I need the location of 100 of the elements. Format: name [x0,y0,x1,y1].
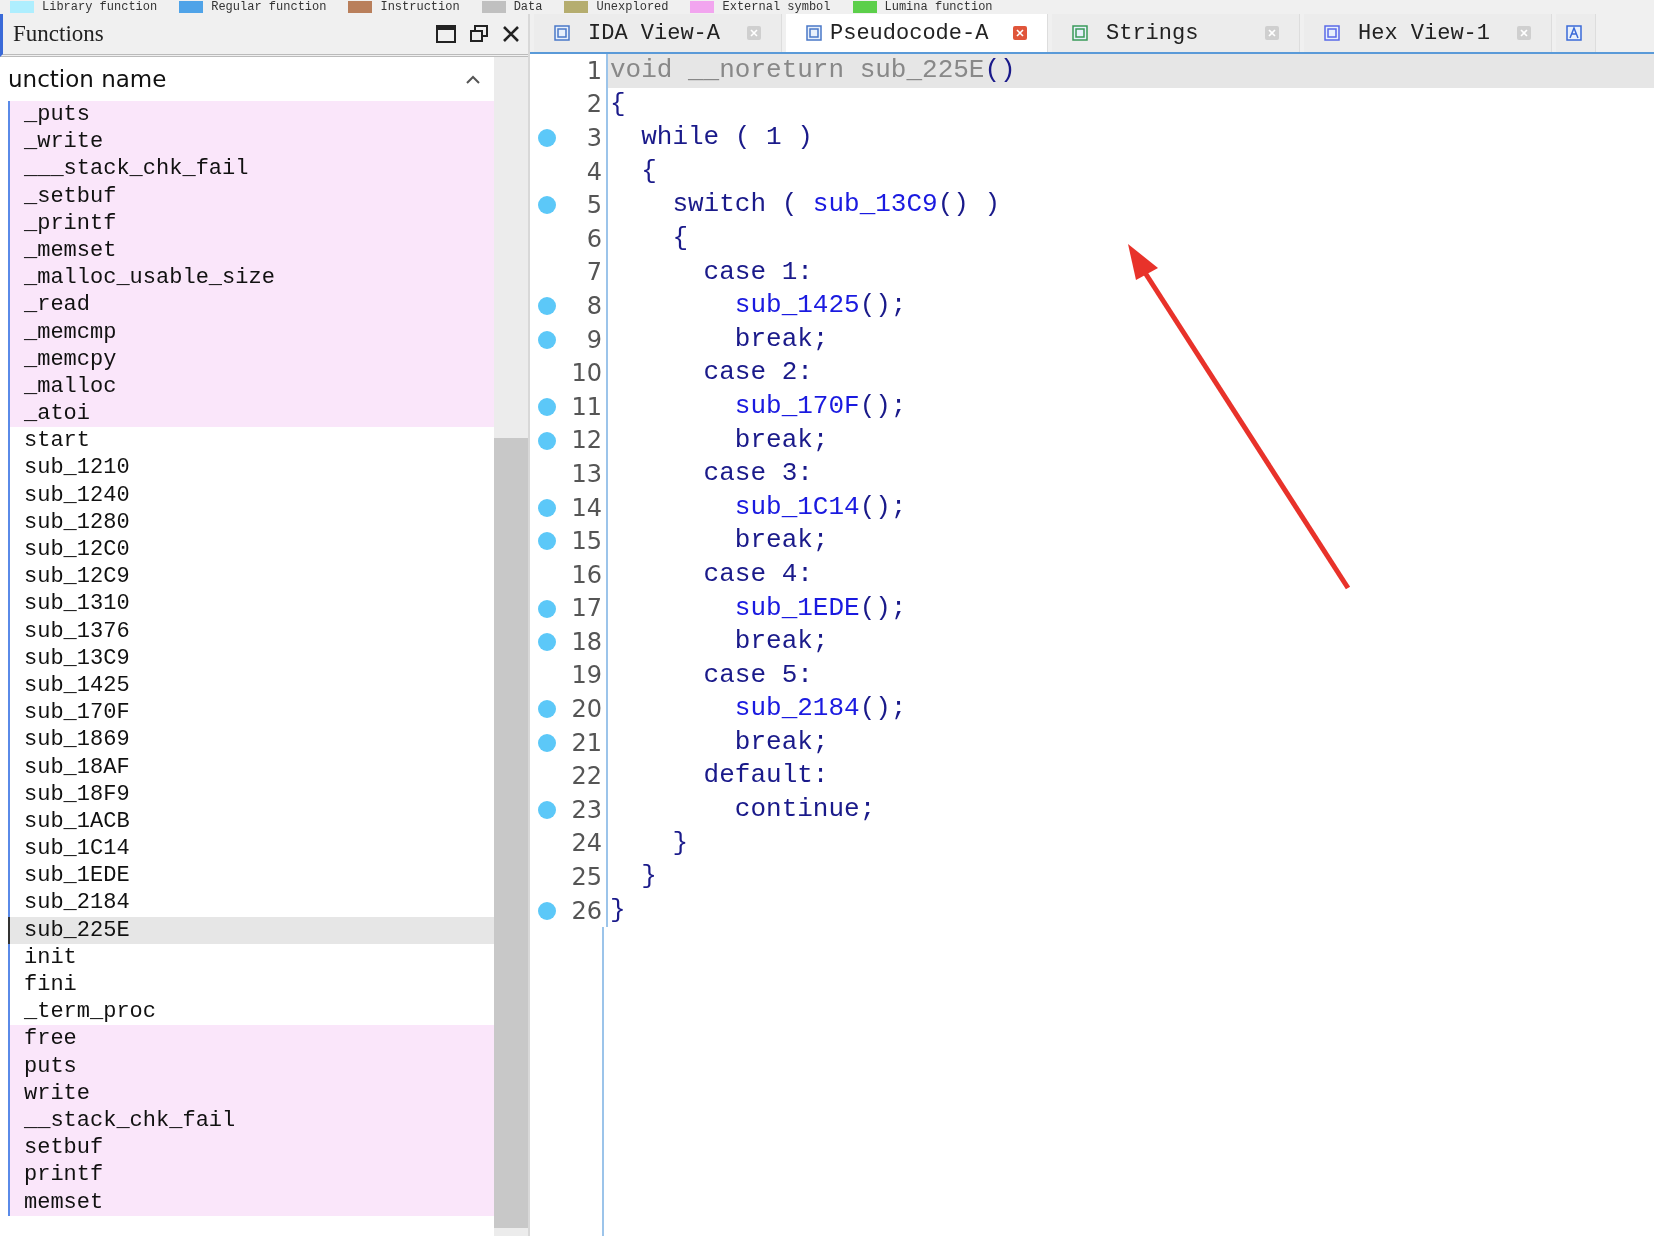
legend-label: Instruction [380,1,460,13]
function-item[interactable]: _memcpy [8,345,494,373]
tab[interactable]: IDA View-A [534,14,782,52]
line-number: 13 [571,459,602,488]
function-item[interactable]: _puts [8,101,494,129]
line-number: 16 [571,560,602,589]
code-line: sub_2184(); [733,692,908,726]
scrollbar-thumb[interactable] [494,438,528,1228]
line-number: 25 [571,863,602,892]
breakpoint-icon[interactable] [538,196,556,215]
code-line: case 3: [702,457,814,491]
code-line: switch ( sub_13C9() ) [671,188,1002,222]
close-icon[interactable] [502,25,520,43]
function-item[interactable]: _memcmp [8,318,494,346]
legend-label: Unexplored [596,1,669,13]
breakpoint-icon[interactable] [538,297,556,316]
code-line: } [609,893,627,927]
legend-label: Library function [42,1,158,13]
line-number: 4 [586,157,602,186]
legend-label: Data [513,1,543,13]
line-number: 1 [586,56,602,85]
code-line: break; [733,322,830,356]
breakpoint-icon[interactable] [538,801,556,820]
line-number: 18 [571,627,602,656]
function-item[interactable]: memset [8,1188,494,1216]
function-item[interactable]: _memset [8,236,494,265]
line-number: 15 [571,527,602,556]
function-item[interactable]: setbuf [8,1134,494,1162]
code-line: break; [733,625,830,659]
tab[interactable]: Strings [1052,14,1300,52]
line-number: 26 [571,896,602,925]
breakpoint-icon[interactable] [538,498,556,517]
function-item[interactable]: _malloc [8,372,494,401]
code-line: break; [733,524,830,558]
breakpoint-icon[interactable] [538,129,556,148]
line-number: 9 [586,325,602,354]
tab[interactable] [1556,14,1596,52]
code-line: sub_170F(); [733,389,908,423]
code-line: while ( 1 ) [640,121,814,155]
line-number: 19 [571,661,602,690]
code-line: { [609,87,627,121]
code-line: default: [702,759,830,793]
function-item[interactable]: _setbuf [8,182,494,210]
line-number: 8 [586,291,602,320]
code-line: case 5: [702,658,814,692]
function-item[interactable]: _printf [8,209,494,237]
line-number: 14 [571,493,602,522]
maximize-icon[interactable] [436,25,456,43]
function-item[interactable]: ___stack_chk_fail [8,155,494,183]
line-number: 6 [586,224,602,253]
code-line: sub_1C14(); [733,490,908,524]
function-item[interactable]: write [8,1079,494,1107]
code-line: continue; [733,793,877,827]
legend-label: Regular function [211,1,327,13]
breakpoint-icon[interactable] [538,633,556,652]
line-number: 12 [571,426,602,455]
function-item[interactable]: sub_225E [8,916,494,944]
function-item[interactable]: _write [8,128,494,156]
function-item[interactable]: _atoi [8,400,494,428]
breakpoint-icon[interactable] [538,431,556,450]
window-icon [554,25,570,41]
function-item[interactable]: _malloc_usable_size [8,264,494,292]
function-item[interactable]: puts [8,1052,494,1080]
window-icon [1324,25,1340,41]
code-line: case 1: [702,255,814,289]
breakpoint-icon[interactable] [538,733,556,752]
line-number: 23 [571,795,602,824]
legend-label: Lumina function [884,1,993,13]
code-line: sub_1EDE(); [733,591,908,625]
code-line: break; [733,725,830,759]
breakpoint-icon[interactable] [538,532,556,551]
sort-icon[interactable] [466,74,480,84]
function-item[interactable]: __stack_chk_fail [8,1106,494,1135]
line-number: 10 [571,359,602,388]
line-number: 21 [571,728,602,757]
function-item[interactable]: printf [8,1161,494,1189]
line-number: 7 [586,258,602,287]
function-item[interactable]: _read [8,291,494,319]
breakpoint-icon[interactable] [538,700,556,719]
breakpoint-icon[interactable] [538,901,556,920]
code-line: } [640,860,658,894]
breakpoint-icon[interactable] [538,599,556,618]
function-item[interactable]: free [8,1025,494,1053]
line-number: 3 [586,124,602,152]
letter-icon [1566,25,1582,41]
line-number: 24 [571,829,602,858]
code-line: sub_1425(); [733,289,908,323]
tab[interactable]: Pseudocode-A [786,14,1048,52]
column-header[interactable]: unction name [8,66,167,92]
code-line: { [671,221,689,255]
panel-title: Functions [13,21,105,47]
scrollbar[interactable] [494,57,528,1236]
line-number: 22 [571,762,602,791]
breakpoint-icon[interactable] [538,397,556,416]
legend-label: External symbol [722,1,831,13]
breakpoint-icon[interactable] [538,330,556,349]
tab[interactable]: Hex View-1 [1304,14,1552,52]
restore-icon[interactable] [470,25,488,43]
code-line: } [671,826,689,860]
line-number: 11 [571,392,602,421]
